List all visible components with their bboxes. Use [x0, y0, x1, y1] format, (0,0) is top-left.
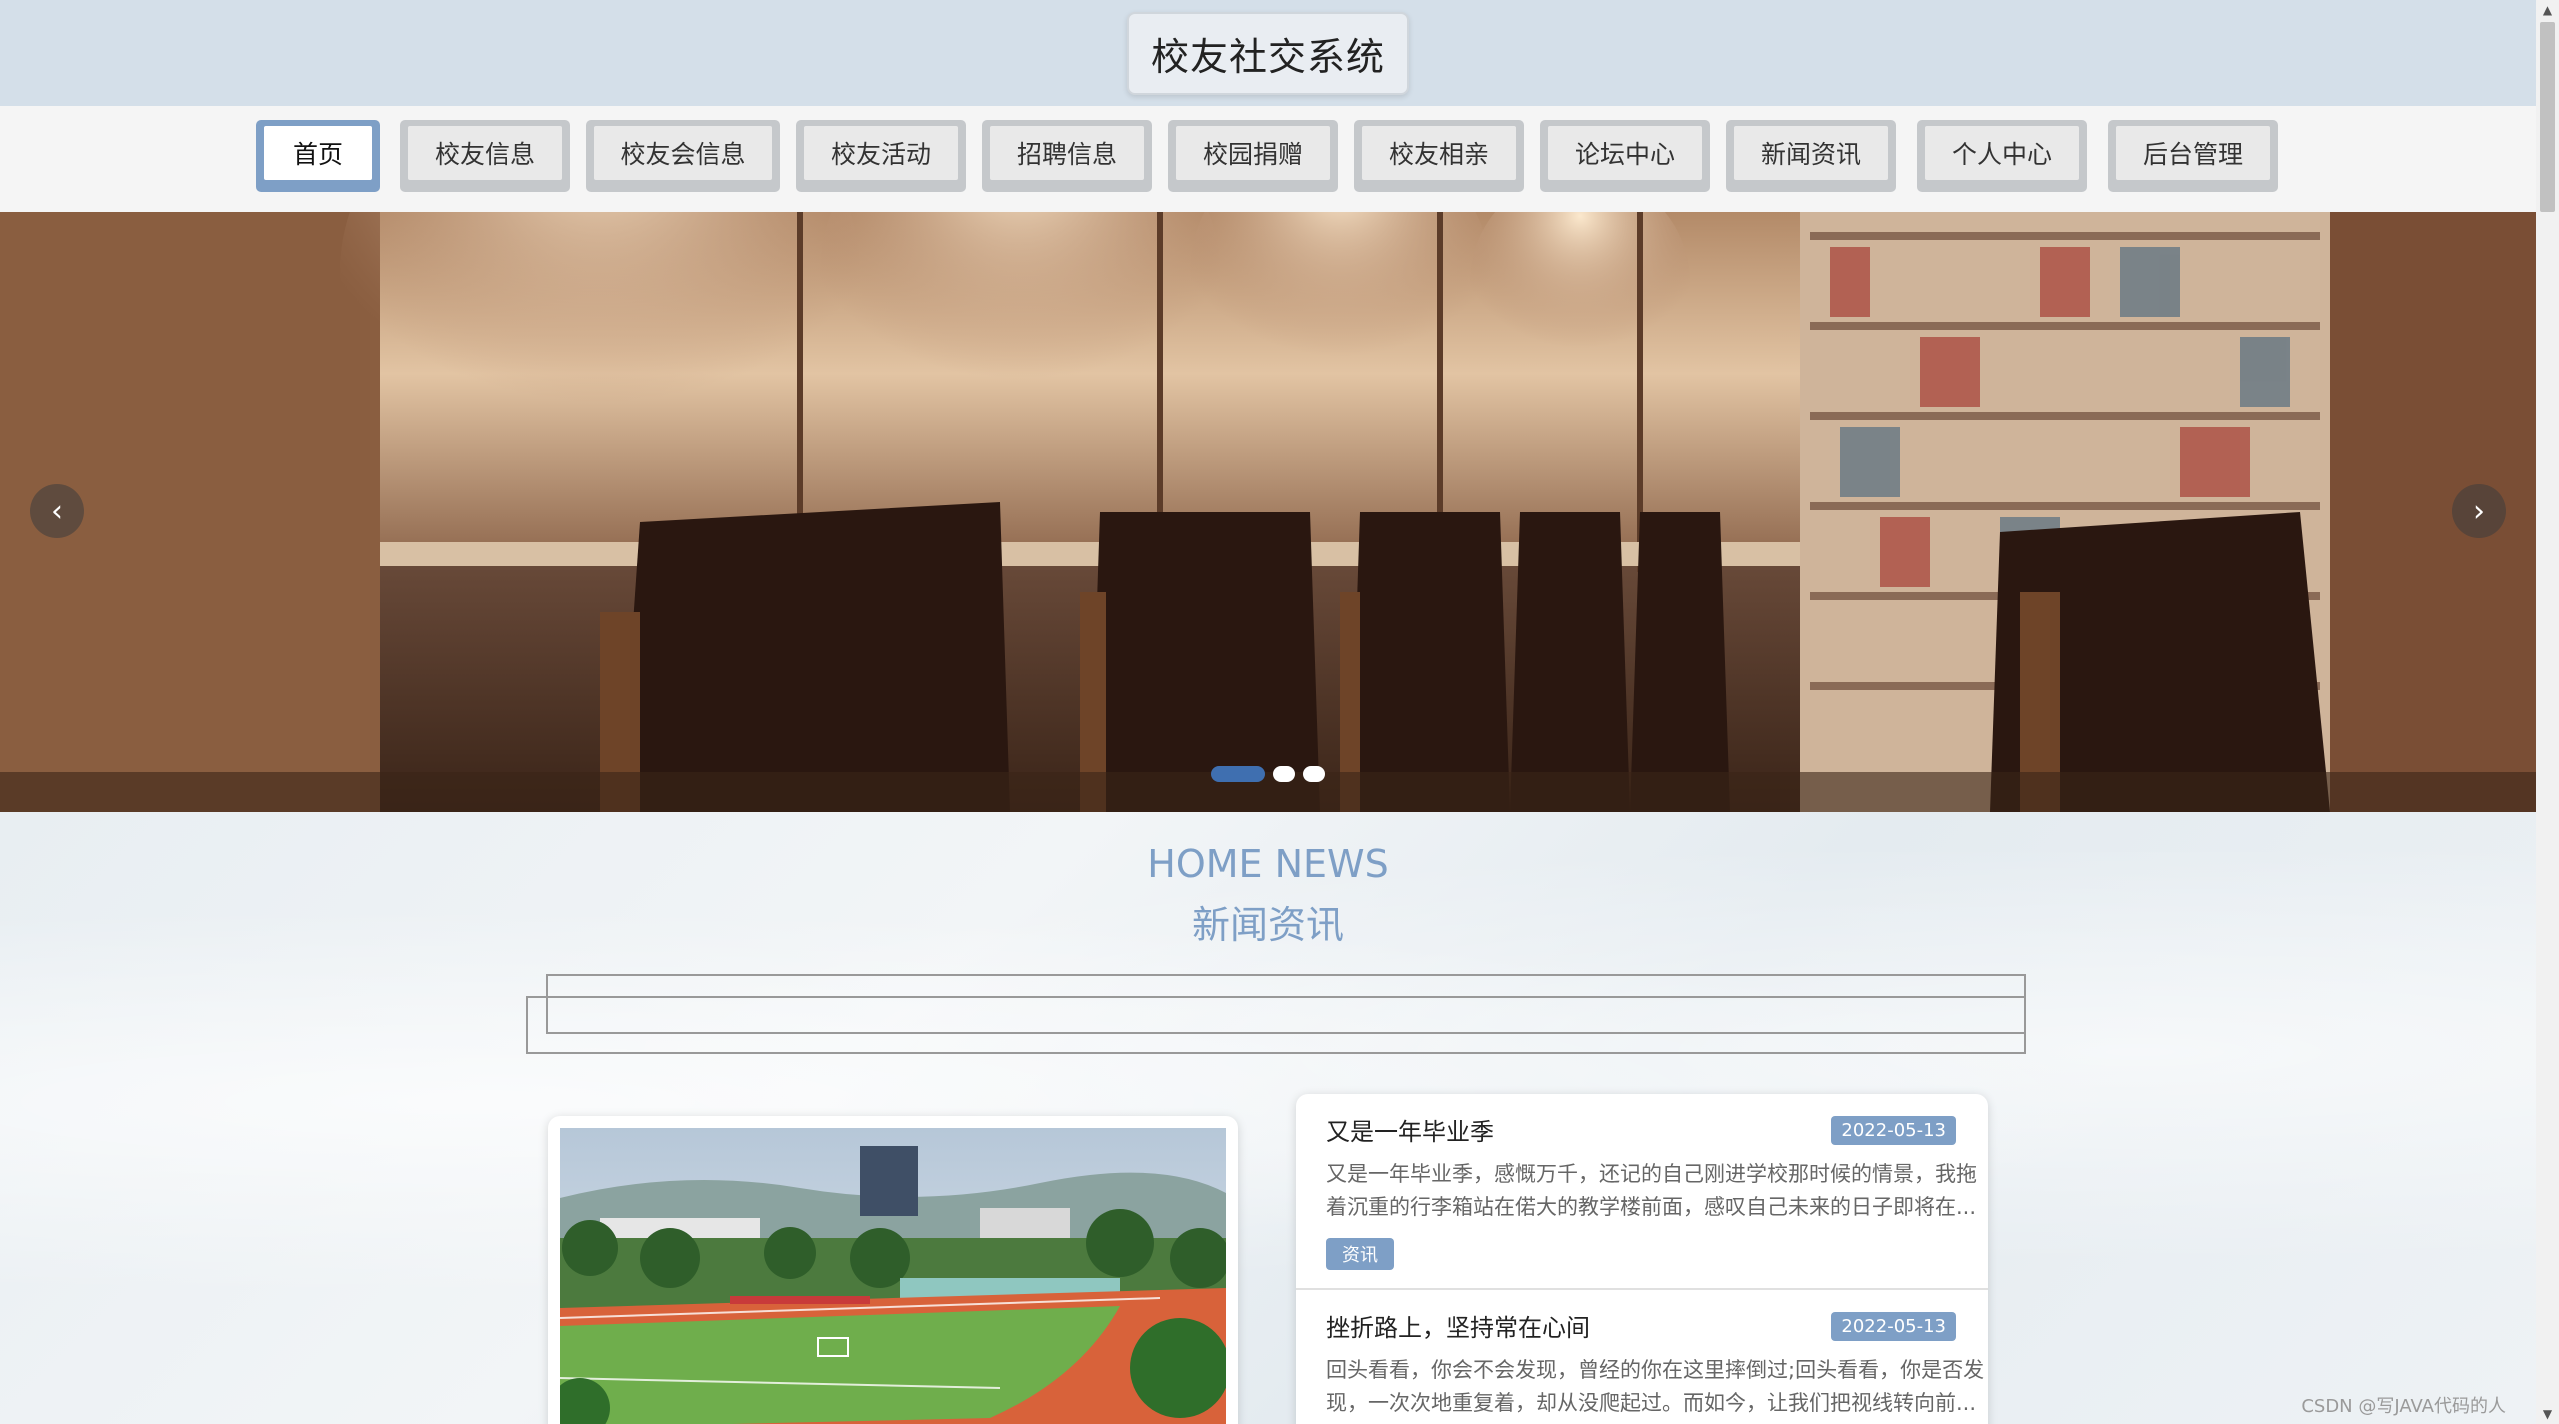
news-summary: 回头看看，你会不会发现，曾经的你在这里摔倒过;回头看看，你是否发现，一次次地重复… — [1326, 1358, 1985, 1415]
carousel-indicators — [0, 766, 2536, 782]
nav-item-label: 招聘信息 — [990, 126, 1144, 180]
scrollbar-thumb[interactable] — [2540, 22, 2555, 212]
main-nav: 首页 校友信息 校友会信息 校友活动 招聘信息 校园捐赠 校友相亲 论坛中心 新… — [0, 106, 2536, 212]
nav-item-home[interactable]: 首页 — [256, 120, 380, 192]
news-photo-card[interactable] — [548, 1116, 1238, 1424]
chevron-left-icon: ‹ — [51, 493, 63, 529]
news-date-badge: 2022-05-13 — [1831, 1116, 1956, 1145]
banner-carousel: ‹ › — [0, 212, 2536, 812]
nav-item-news[interactable]: 新闻资讯 — [1726, 120, 1896, 192]
carousel-dot-1[interactable] — [1211, 766, 1265, 782]
campus-photo — [550, 1128, 1230, 1424]
nav-item-alumni-info[interactable]: 校友信息 — [400, 120, 570, 192]
nav-item-alumni-activities[interactable]: 校友活动 — [796, 120, 966, 192]
nav-item-personal-center[interactable]: 个人中心 — [1917, 120, 2087, 192]
nav-item-label: 校友会信息 — [594, 126, 772, 180]
carousel-next-button[interactable]: › — [2452, 484, 2506, 538]
news-summary: 又是一年毕业季，感慨万千，还记的自己刚进学校那时候的情景，我拖着沉重的行李箱站在… — [1326, 1162, 1977, 1219]
nav-item-donation[interactable]: 校园捐赠 — [1168, 120, 1338, 192]
news-date-badge: 2022-05-13 — [1831, 1312, 1956, 1341]
news-item[interactable]: 挫折路上，坚持常在心间 2022-05-13 回头看看，你会不会发现，曾经的你在… — [1296, 1290, 1988, 1424]
nav-item-forum[interactable]: 论坛中心 — [1540, 120, 1710, 192]
nav-item-label: 首页 — [264, 126, 372, 180]
site-header: 校友社交系统 — [0, 0, 2536, 106]
carousel-prev-button[interactable]: ‹ — [30, 484, 84, 538]
nav-item-admin[interactable]: 后台管理 — [2108, 120, 2278, 192]
nav-item-label: 新闻资讯 — [1734, 126, 1888, 180]
scroll-down-arrow-icon[interactable]: ▼ — [2536, 1404, 2559, 1424]
carousel-dot-2[interactable] — [1273, 766, 1295, 782]
section-title-en: HOME NEWS — [1147, 842, 1389, 886]
csdn-watermark: CSDN @写JAVA代码的人 — [2301, 1396, 2506, 1417]
nav-item-label: 校友相亲 — [1362, 126, 1516, 180]
carousel-dot-3[interactable] — [1303, 766, 1325, 782]
nav-item-label: 校友活动 — [804, 126, 958, 180]
decorative-frame — [526, 996, 2026, 1054]
nav-item-label: 后台管理 — [2116, 126, 2270, 180]
nav-item-label: 论坛中心 — [1548, 126, 1702, 180]
news-tag-badge: 资讯 — [1326, 1238, 1394, 1270]
nav-item-label: 个人中心 — [1925, 126, 2079, 180]
page: 校友社交系统 首页 校友信息 校友会信息 校友活动 招聘信息 校园捐赠 校友相亲… — [0, 0, 2559, 1424]
news-item[interactable]: 又是一年毕业季 2022-05-13 又是一年毕业季，感慨万千，还记的自己刚进学… — [1296, 1094, 1988, 1290]
news-list: 又是一年毕业季 2022-05-13 又是一年毕业季，感慨万千，还记的自己刚进学… — [1296, 1094, 1988, 1424]
scroll-up-arrow-icon[interactable]: ▲ — [2536, 0, 2559, 20]
chevron-right-icon: › — [2473, 493, 2485, 529]
nav-item-dating[interactable]: 校友相亲 — [1354, 120, 1524, 192]
nav-item-label: 校友信息 — [408, 126, 562, 180]
banner-image — [0, 212, 2536, 812]
nav-item-label: 校园捐赠 — [1176, 126, 1330, 180]
home-news-section: HOME NEWS 新闻资讯 又是一年毕业季 2022-05-13 又是一年毕业… — [0, 812, 2536, 1424]
section-title-cn: 新闻资讯 — [1191, 903, 1344, 947]
page-scrollbar[interactable]: ▲ ▼ — [2536, 0, 2559, 1424]
site-title: 校友社交系统 — [1126, 11, 1409, 95]
nav-item-recruitment[interactable]: 招聘信息 — [982, 120, 1152, 192]
nav-item-alumni-association[interactable]: 校友会信息 — [586, 120, 780, 192]
